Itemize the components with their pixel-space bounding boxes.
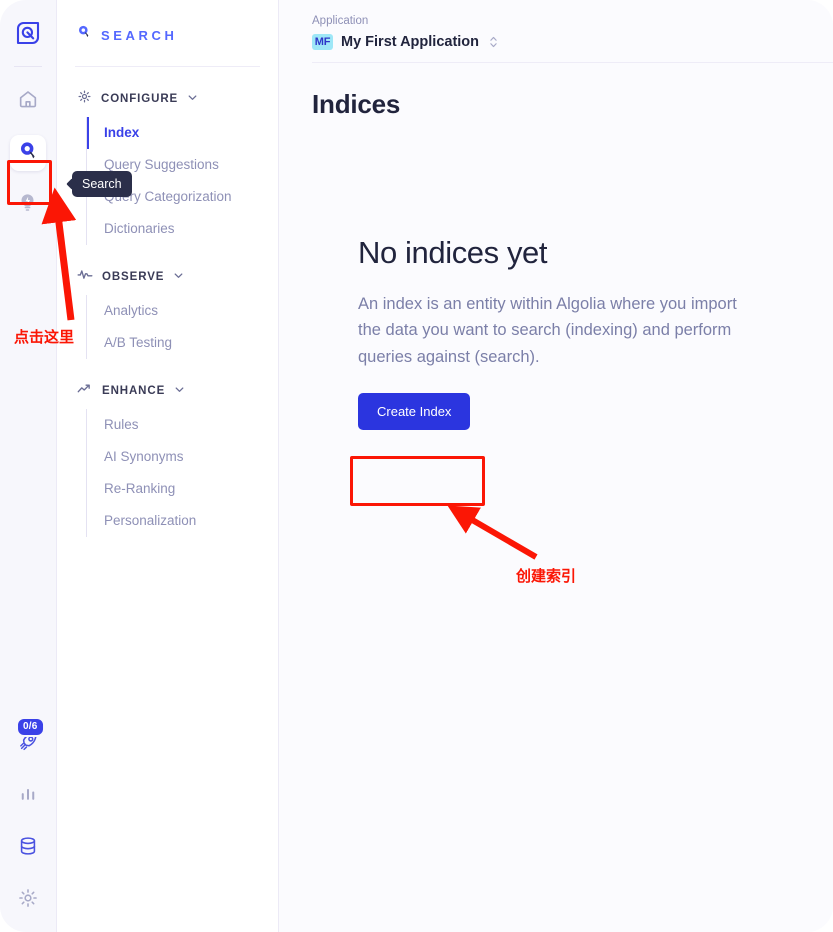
gear-icon [17,887,39,914]
pulse-icon [77,267,93,287]
rail-divider [14,66,42,67]
empty-state-body: An index is an entity within Algolia whe… [358,294,737,367]
nav-section-title: ENHANCE [102,385,166,397]
page-title: Indices [312,89,401,119]
gear-icon [77,89,92,109]
nav-divider [75,66,260,67]
search-balloon-icon [18,140,38,167]
annotation-label-right: 创建索引 [516,567,577,585]
sidebar-item-personalization[interactable]: Personalization [87,505,278,537]
sidebar-item-index[interactable]: Index [87,117,278,149]
algolia-logo-icon[interactable] [11,16,45,50]
chevron-up-down-icon[interactable] [489,35,498,49]
rail-bottom-group: 0/6 [10,710,46,932]
rail-item-search[interactable] [10,135,46,171]
application-label: Application [312,15,369,27]
nav-section-title: OBSERVE [102,271,165,283]
nav-brand-label: SEARCH [101,27,178,43]
nav-section-title: CONFIGURE [101,93,179,105]
nav-brand: SEARCH [57,0,278,46]
onboarding-progress-badge: 0/6 [16,717,45,737]
sidebar-item-analytics[interactable]: Analytics [87,295,278,327]
sidebar-item-dictionaries[interactable]: Dictionaries [87,213,278,245]
icon-rail: 0/6 [0,0,57,932]
database-icon [17,835,39,862]
home-icon [17,88,39,115]
nav-section-header-configure[interactable]: CONFIGURE [57,89,278,109]
rail-item-home[interactable] [10,83,46,119]
chevron-down-icon[interactable] [187,90,198,108]
chevron-down-icon[interactable] [173,268,184,286]
trend-up-icon [77,382,93,401]
nav-section-configure: CONFIGURE Index Query Suggestions Query … [57,89,278,245]
rail-item-data-sources[interactable] [10,830,46,866]
tooltip-label: Search [82,177,122,191]
annotation-label-left: 点击这里 [14,328,75,346]
application-avatar: MF [312,34,333,50]
nav-items-enhance: Rules AI Synonyms Re-Ranking Personaliza… [86,409,278,537]
nav-section-observe: OBSERVE Analytics A/B Testing [57,267,278,359]
sidebar-item-ai-synonyms[interactable]: AI Synonyms [87,441,278,473]
rail-item-onboarding[interactable]: 0/6 [10,717,46,762]
sidebar-item-re-ranking[interactable]: Re-Ranking [87,473,278,505]
rail-item-recommend[interactable] [10,187,46,223]
create-index-button[interactable]: Create Index [358,392,471,430]
sidebar-item-ab-testing[interactable]: A/B Testing [87,327,278,359]
nav-section-enhance: ENHANCE Rules AI Synonyms Re-Ranking Per… [57,381,278,537]
application-name: My First Application [341,34,480,50]
lightbulb-spark-icon [18,192,38,219]
app-window: 0/6 SEARCH CONFIGURE Index Query Suggest… [0,0,833,932]
nav-section-header-enhance[interactable]: ENHANCE [57,381,278,401]
empty-state: No indices yet An index is an entity wit… [279,120,749,430]
bar-chart-icon [18,784,38,809]
search-balloon-icon [77,24,91,46]
chevron-down-icon[interactable] [174,382,185,400]
nav-items-observe: Analytics A/B Testing [86,295,278,359]
application-header: Application MF My First Application [279,0,833,50]
nav-sidebar: SEARCH CONFIGURE Index Query Suggestions… [57,0,279,932]
nav-section-header-observe[interactable]: OBSERVE [57,267,278,287]
application-selector[interactable]: MF My First Application [312,34,833,50]
rail-item-settings[interactable] [10,882,46,918]
main-content: Application MF My First Application Indi… [279,0,833,932]
search-tooltip: Search [72,171,132,197]
rail-item-analytics[interactable] [10,778,46,814]
empty-state-title: No indices yet [358,235,548,270]
sidebar-item-rules[interactable]: Rules [87,409,278,441]
